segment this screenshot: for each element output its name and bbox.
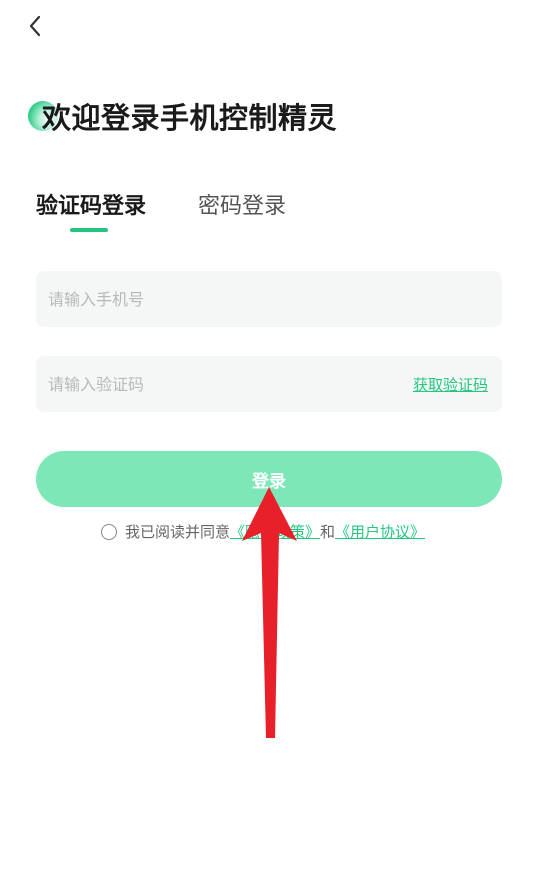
agreement-row: 我已阅读并同意 《隐私政策》 和 《用户协议》 bbox=[101, 521, 425, 542]
agreement-checkbox[interactable] bbox=[101, 523, 117, 540]
phone-field-container bbox=[36, 271, 502, 327]
login-button[interactable]: 登录 bbox=[36, 451, 502, 507]
login-tabs: 验证码登录 密码登录 bbox=[36, 190, 286, 232]
active-tab-indicator bbox=[70, 228, 108, 232]
chevron-left-icon bbox=[29, 15, 41, 37]
page-title: 欢迎登录手机控制精灵 bbox=[42, 101, 338, 135]
tab-label: 密码登录 bbox=[198, 194, 287, 219]
agreement-prefix: 我已阅读并同意 bbox=[125, 523, 231, 541]
phone-input[interactable] bbox=[46, 288, 488, 310]
login-button-label: 登录 bbox=[252, 471, 286, 492]
tab-password-login[interactable]: 密码登录 bbox=[198, 190, 286, 224]
tab-label: 验证码登录 bbox=[36, 194, 147, 219]
verification-code-input[interactable] bbox=[46, 373, 413, 395]
tab-sms-code-login[interactable]: 验证码登录 bbox=[36, 190, 147, 232]
agreement-conjunction: 和 bbox=[320, 523, 336, 541]
user-agreement-link[interactable]: 《用户协议》 bbox=[335, 521, 425, 542]
page-header: 欢迎登录手机控制精灵 bbox=[28, 96, 337, 136]
get-code-button[interactable]: 获取验证码 bbox=[413, 374, 488, 395]
privacy-policy-link[interactable]: 《隐私政策》 bbox=[230, 521, 320, 542]
code-field-container: 获取验证码 bbox=[36, 356, 502, 412]
back-button[interactable] bbox=[20, 10, 50, 42]
